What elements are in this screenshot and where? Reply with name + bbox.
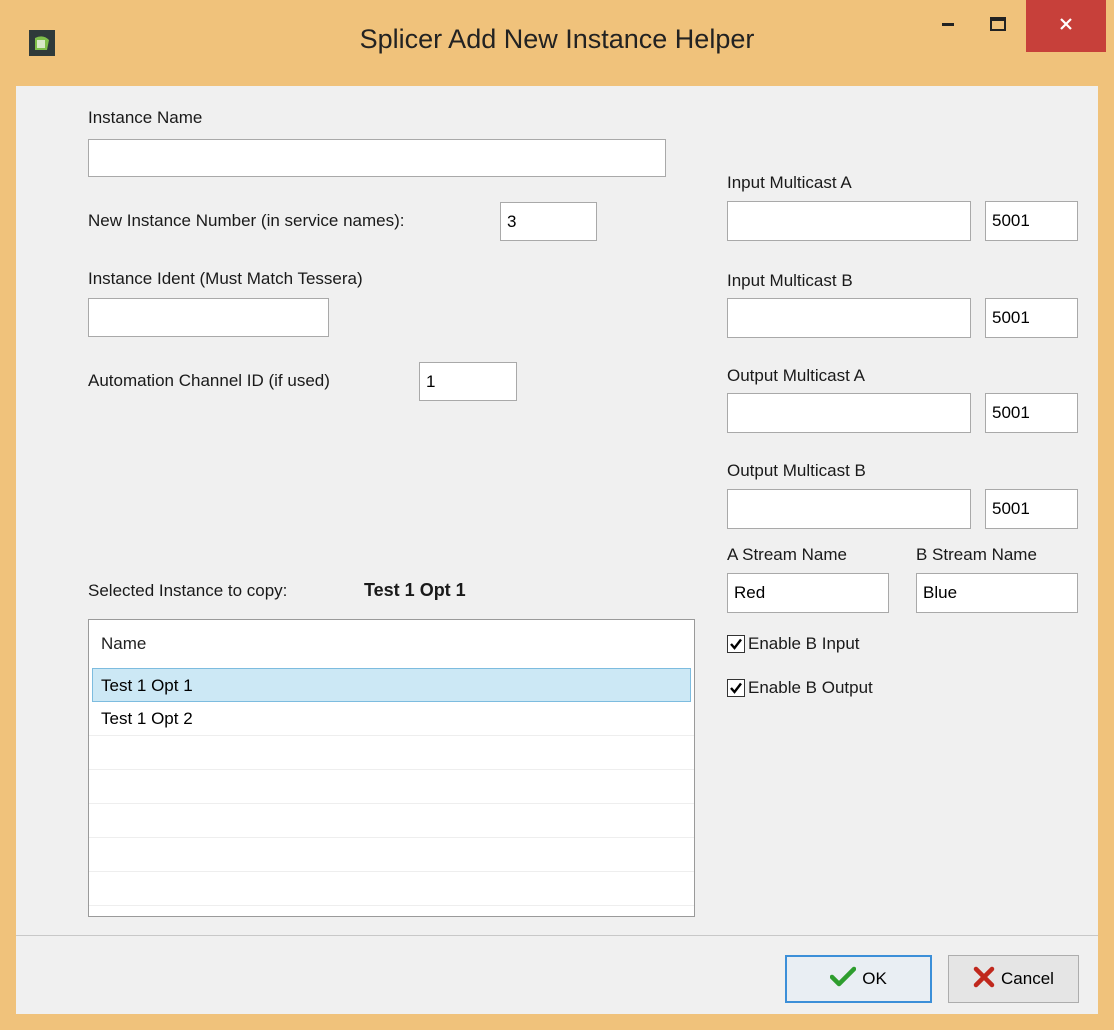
b-stream-name-label: B Stream Name [916,545,1037,564]
empty-row [89,838,694,872]
b-stream-name-input[interactable] [916,573,1078,613]
list-item[interactable]: Test 1 Opt 2 [89,702,694,736]
empty-row [89,736,694,770]
input-multicast-a-label: Input Multicast A [727,173,852,192]
empty-row [89,804,694,838]
enable-b-output-checkbox[interactable]: Enable B Output [727,678,873,698]
dialog-window: Splicer Add New Instance Helper Instance… [0,0,1114,1030]
instance-number-label: New Instance Number (in service names): [88,211,405,230]
instance-ident-input[interactable] [88,298,329,337]
input-multicast-a-address[interactable] [727,201,971,241]
selected-instance-value: Test 1 Opt 1 [364,580,466,600]
automation-channel-label: Automation Channel ID (if used) [88,371,330,390]
input-multicast-b-port[interactable] [985,298,1078,338]
checkbox-checked-icon [727,635,745,653]
minimize-button[interactable] [918,0,978,52]
empty-row [89,872,694,906]
maximize-button[interactable] [970,0,1025,52]
instance-list[interactable]: Name Test 1 Opt 1 Test 1 Opt 2 [88,619,695,917]
title-bar[interactable]: Splicer Add New Instance Helper [0,0,1114,86]
maximize-icon [989,15,1007,38]
cancel-label: Cancel [1001,969,1054,988]
checkmark-icon [829,966,862,993]
output-multicast-a-label: Output Multicast A [727,366,865,385]
output-multicast-b-address[interactable] [727,489,971,529]
a-stream-name-label: A Stream Name [727,545,847,564]
enable-b-input-checkbox[interactable]: Enable B Input [727,634,860,654]
footer-divider [16,935,1098,936]
ok-label: OK [862,969,887,988]
list-column-header-name[interactable]: Name [89,620,694,668]
ok-button[interactable]: OK [785,955,932,1003]
list-item[interactable]: Test 1 Opt 1 [92,668,691,702]
instance-name-label: Instance Name [88,108,203,127]
a-stream-name-input[interactable] [727,573,889,613]
instance-number-input[interactable] [500,202,597,241]
cancel-x-icon [973,966,1001,993]
enable-b-input-label: Enable B Input [748,634,860,653]
output-multicast-a-port[interactable] [985,393,1078,433]
input-multicast-b-label: Input Multicast B [727,271,853,290]
output-multicast-a-address[interactable] [727,393,971,433]
instance-name-input[interactable] [88,139,666,177]
checkbox-checked-icon [727,679,745,697]
empty-row [89,770,694,804]
automation-channel-input[interactable] [419,362,517,401]
close-icon [1058,16,1074,37]
minimize-icon [940,16,956,37]
enable-b-output-label: Enable B Output [748,678,873,697]
dialog-body: Instance Name New Instance Number (in se… [16,86,1098,1014]
cancel-button[interactable]: Cancel [948,955,1079,1003]
selected-instance-label: Selected Instance to copy: [88,581,288,600]
instance-ident-label: Instance Ident (Must Match Tessera) [88,269,363,288]
input-multicast-b-address[interactable] [727,298,971,338]
input-multicast-a-port[interactable] [985,201,1078,241]
close-button[interactable] [1026,0,1106,52]
output-multicast-b-port[interactable] [985,489,1078,529]
output-multicast-b-label: Output Multicast B [727,461,866,480]
